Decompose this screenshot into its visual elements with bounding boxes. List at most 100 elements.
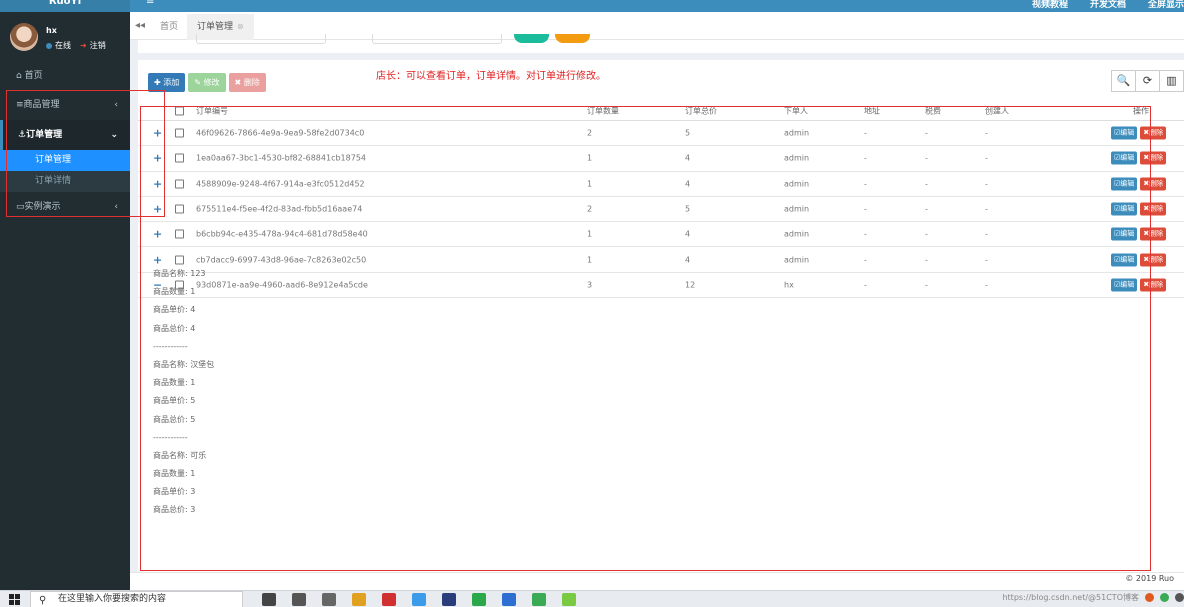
cell-order-total: 5	[685, 204, 691, 214]
search-button[interactable]	[514, 34, 549, 43]
delete-button[interactable]: ✖ 删除	[228, 73, 266, 92]
windows-start-icon[interactable]	[9, 594, 20, 605]
row-delete-button[interactable]: ✖删除	[1140, 177, 1167, 191]
cell-order-addr: -	[864, 280, 867, 290]
table-row[interactable]: +1ea0aa67-3bc1-4530-bf82-68841cb18754 1 4 a…	[138, 146, 1184, 172]
tray-app-icon[interactable]	[1175, 593, 1184, 602]
sidebar-item-demo[interactable]: ▭实例演示 ‹	[0, 196, 130, 218]
taskbar-app-icon[interactable]	[532, 593, 546, 606]
taskbar-search-input[interactable]: ⚲ 在这里输入你要搜索的内容	[30, 591, 243, 607]
cell-order-user: admin	[784, 128, 810, 138]
expand-plus-icon[interactable]: +	[153, 228, 162, 241]
sidebar-item-orders[interactable]: ⚓订单管理 ⌄	[0, 120, 130, 150]
logout-link[interactable]: 注销	[90, 40, 106, 51]
taskbar-app-icon[interactable]	[352, 593, 366, 606]
chevron-left-icon: ‹	[114, 100, 118, 110]
taskbar-app-icon[interactable]	[322, 593, 336, 606]
reset-button[interactable]	[555, 34, 590, 43]
tab-home[interactable]: 首页	[150, 14, 188, 40]
select-all-checkbox[interactable]	[175, 106, 184, 116]
cell-order-user: admin	[784, 229, 810, 239]
row-checkbox[interactable]	[175, 153, 184, 163]
header-addr[interactable]: 地址	[864, 106, 880, 117]
taskbar-app-icon[interactable]	[442, 593, 456, 606]
taskbar-app-icon[interactable]	[412, 593, 426, 606]
taskbar-app-icon[interactable]	[292, 593, 306, 606]
header-id[interactable]: 订单编号	[196, 106, 228, 117]
row-delete-button[interactable]: ✖删除	[1140, 151, 1167, 165]
row-actions: ☑编辑 ✖删除	[1111, 126, 1167, 140]
footer: © 2019 Ruo	[130, 572, 1184, 590]
table-header: 订单编号 订单数量 订单总价 下单人 地址 税费 创建人 操作	[138, 102, 1184, 121]
sidebar-item-home[interactable]: ⌂ 首页	[0, 62, 130, 90]
row-actions: ☑编辑 ✖删除	[1111, 227, 1167, 241]
row-actions: ☑编辑 ✖删除	[1111, 177, 1167, 191]
row-checkbox[interactable]	[175, 128, 184, 138]
logout-icon[interactable]: ➜	[80, 41, 87, 50]
taskbar-app-icon[interactable]	[472, 593, 486, 606]
taskbar-app-icon[interactable]	[562, 593, 576, 606]
cell-order-tax: -	[925, 255, 928, 265]
tray-text: https://blog.csdn.net/@51CTO博客	[1002, 593, 1139, 602]
columns-icon[interactable]: ▥	[1159, 70, 1184, 92]
top-link-videos[interactable]: 视频教程	[1032, 0, 1068, 10]
header-creator[interactable]: 创建人	[985, 106, 1009, 117]
row-delete-button[interactable]: ✖删除	[1140, 227, 1167, 241]
sidebar-subitem-order-manage[interactable]: 订单管理	[0, 150, 130, 171]
row-edit-button[interactable]: ☑编辑	[1111, 126, 1138, 140]
row-checkbox[interactable]	[175, 255, 184, 265]
top-link-docs[interactable]: 开发文档	[1090, 0, 1126, 10]
table-row[interactable]: +4588909e-9248-4f67-914a-e3fc0512d452 1 4 a…	[138, 172, 1184, 197]
detail-line: 商品名称: 汉堡包	[153, 359, 215, 369]
row-edit-button[interactable]: ☑编辑	[1111, 253, 1138, 267]
edit-button[interactable]: ✎ 修改	[188, 73, 226, 92]
row-edit-button[interactable]: ☑编辑	[1111, 151, 1138, 165]
row-edit-button[interactable]: ☑编辑	[1111, 278, 1138, 292]
search-input-1[interactable]	[196, 34, 326, 44]
menu-toggle-icon[interactable]: ≡	[146, 0, 154, 7]
header-tax[interactable]: 税费	[925, 106, 941, 117]
expand-plus-icon[interactable]: +	[153, 152, 162, 165]
table-row[interactable]: + b6cbb94c-e435-478a-94c4-681d78d58e40 1 4 a…	[138, 222, 1184, 248]
row-delete-button[interactable]: ✖删除	[1140, 126, 1167, 140]
taskbar-app-icon[interactable]	[262, 593, 276, 606]
table-row[interactable]: +46f09626-7866-4e9a-9ea9-58fe2d0734c0 2 5 a…	[138, 121, 1184, 147]
tray-app-icon[interactable]	[1145, 593, 1154, 602]
row-delete-button[interactable]: ✖删除	[1140, 253, 1167, 267]
taskbar-app-icon[interactable]	[502, 593, 516, 606]
refresh-icon[interactable]: ⟳	[1135, 70, 1160, 92]
cell-order-qty: 1	[587, 153, 593, 163]
system-tray: https://blog.csdn.net/@51CTO博客	[1002, 592, 1184, 603]
sidebar-item-products[interactable]: ≡商品管理 ‹	[0, 90, 130, 120]
row-checkbox[interactable]	[175, 229, 184, 239]
cell-order-addr: -	[864, 128, 867, 138]
header-user[interactable]: 下单人	[784, 106, 808, 117]
detail-line: 商品单价: 5	[153, 396, 196, 406]
cell-order-id: 1ea0aa67-3bc1-4530-bf82-68841cb18754	[196, 153, 366, 163]
row-edit-button[interactable]: ☑编辑	[1111, 177, 1138, 191]
header-total[interactable]: 订单总价	[685, 106, 717, 117]
row-edit-button[interactable]: ☑编辑	[1111, 227, 1138, 241]
taskbar-app-icon[interactable]	[382, 593, 396, 606]
sidebar-subitem-order-detail[interactable]: 订单详情	[0, 171, 130, 192]
header-qty[interactable]: 订单数量	[587, 106, 619, 117]
search-icon[interactable]: 🔍	[1111, 70, 1136, 92]
close-tab-icon[interactable]: ⊗	[237, 22, 244, 31]
top-link-fullscreen[interactable]: 全屏显示	[1148, 0, 1184, 10]
expand-plus-icon[interactable]: +	[153, 127, 162, 140]
add-button[interactable]: ✚ 添加	[148, 73, 186, 92]
online-dot-icon	[46, 42, 52, 49]
row-delete-button[interactable]: ✖删除	[1140, 202, 1167, 216]
table-row[interactable]: −93d0871e-aa9e-4960-aad6-8e912e4a5cde 3 12…	[138, 273, 1184, 299]
search-input-2[interactable]	[372, 34, 502, 44]
tabs-back-icon[interactable]: ◂◂	[135, 20, 145, 31]
table-row[interactable]: +675511e4-f5ee-4f2d-83ad-fbb5d16aae74 2 5 a…	[138, 197, 1184, 223]
row-edit-button[interactable]: ☑编辑	[1111, 202, 1138, 216]
expand-plus-icon[interactable]: +	[153, 203, 162, 216]
row-checkbox[interactable]	[175, 179, 184, 189]
row-delete-button[interactable]: ✖删除	[1140, 278, 1167, 292]
expand-plus-icon[interactable]: +	[153, 177, 162, 190]
row-checkbox[interactable]	[175, 204, 184, 214]
tray-app-icon[interactable]	[1160, 593, 1169, 602]
table-row[interactable]: + cb7dacc9-6997-43d8-96ae-7c8263e02c50 1 4 a…	[138, 247, 1184, 273]
